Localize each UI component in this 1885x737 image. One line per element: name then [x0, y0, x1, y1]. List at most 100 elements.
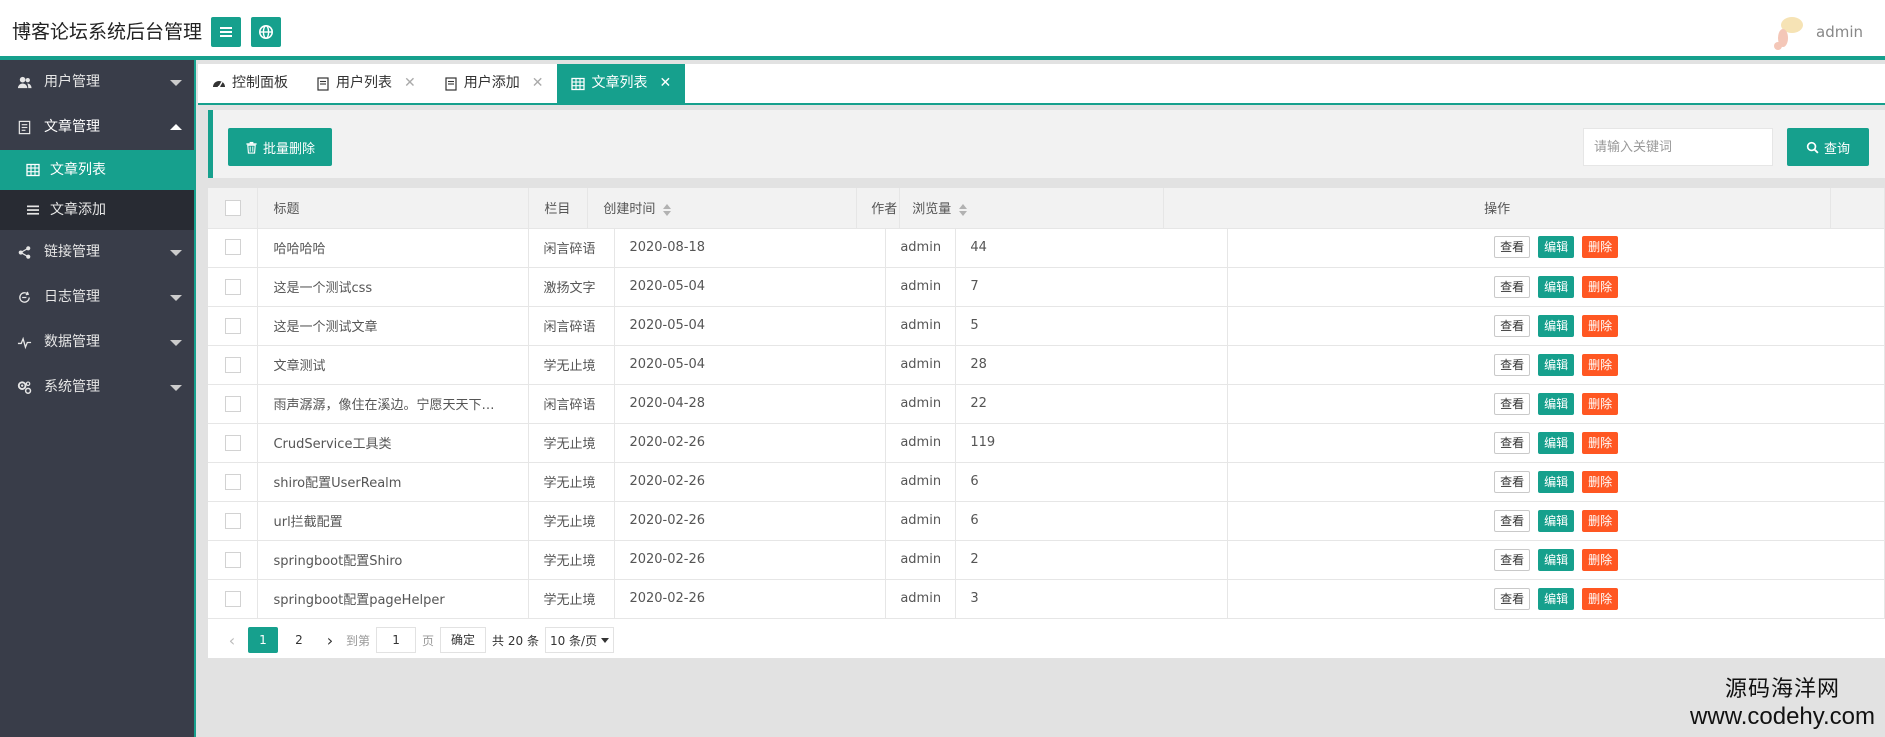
sidebar-item-article-list[interactable]: 文章列表	[0, 150, 194, 190]
sidebar-item-log-management[interactable]: 日志管理	[0, 275, 194, 320]
row-checkbox[interactable]	[225, 278, 241, 295]
edit-button[interactable]: 编辑	[1538, 314, 1575, 337]
delete-button[interactable]: 删除	[1582, 509, 1619, 532]
cell-actions: 查看 编辑 删除	[1227, 462, 1885, 502]
delete-button[interactable]: 删除	[1582, 392, 1619, 415]
view-button[interactable]: 查看	[1494, 275, 1531, 298]
next-page-icon[interactable]: ›	[320, 631, 340, 650]
user-menu[interactable]: admin	[1768, 12, 1863, 52]
row-checkbox[interactable]	[225, 395, 241, 412]
select-all-checkbox[interactable]	[225, 199, 241, 216]
row-checkbox[interactable]	[225, 473, 241, 490]
cell-column: 闲言碎语	[528, 228, 616, 268]
edit-button[interactable]: 编辑	[1538, 353, 1575, 376]
edit-button[interactable]: 编辑	[1538, 236, 1575, 259]
row-select-cell	[208, 306, 259, 346]
column-header-label: 创建时间	[603, 202, 656, 218]
delete-button[interactable]: 删除	[1582, 548, 1619, 571]
view-button[interactable]: 查看	[1494, 431, 1531, 454]
close-icon[interactable]: ✕	[532, 64, 544, 103]
view-button[interactable]: 查看	[1494, 548, 1531, 571]
edit-button[interactable]: 编辑	[1538, 470, 1575, 493]
cell-author: admin	[885, 579, 957, 619]
cell-column: 激扬文字	[528, 267, 616, 307]
sort-icon[interactable]	[959, 203, 968, 216]
sidebar-item-label: 文章管理	[44, 119, 100, 135]
tab-user-add[interactable]: 用户添加 ✕	[430, 64, 558, 103]
row-checkbox[interactable]	[225, 317, 241, 334]
tab-label: 用户列表	[336, 75, 392, 91]
article-table: 标题 栏目 创建时间 作者 浏览量 操作 哈哈哈哈 闲言碎语 2020-08-18 a…	[208, 188, 1885, 658]
sidebar-item-system-management[interactable]: 系统管理	[0, 365, 194, 410]
file-icon	[444, 76, 458, 91]
row-checkbox[interactable]	[225, 551, 241, 568]
tab-user-list[interactable]: 用户列表 ✕	[302, 64, 430, 103]
delete-button[interactable]: 删除	[1582, 587, 1619, 610]
page-button-2[interactable]: 2	[284, 627, 314, 653]
view-button[interactable]: 查看	[1494, 392, 1531, 415]
edit-button[interactable]: 编辑	[1538, 587, 1575, 610]
page-button-1[interactable]: 1	[248, 627, 278, 653]
website-button[interactable]	[251, 17, 281, 47]
tab-dashboard[interactable]: 控制面板	[198, 64, 302, 103]
edit-button[interactable]: 编辑	[1538, 392, 1575, 415]
view-button[interactable]: 查看	[1494, 236, 1531, 259]
goto-page-input[interactable]	[376, 627, 417, 653]
close-icon[interactable]: ✕	[659, 64, 671, 103]
batch-delete-button[interactable]: 批量删除	[228, 128, 333, 166]
cell-column: 学无止境	[528, 501, 616, 541]
view-button[interactable]: 查看	[1494, 509, 1531, 532]
sidebar-item-user-management[interactable]: 用户管理	[0, 60, 194, 105]
search-input[interactable]	[1583, 128, 1773, 166]
goto-confirm-button[interactable]: 确定	[440, 627, 487, 653]
table-row: 哈哈哈哈 闲言碎语 2020-08-18 admin 44 查看 编辑 删除	[208, 228, 1885, 268]
delete-button[interactable]: 删除	[1582, 314, 1619, 337]
cell-column: 学无止境	[528, 345, 616, 385]
sidebar-item-article-management[interactable]: 文章管理	[0, 105, 194, 150]
sidebar-item-data-management[interactable]: 数据管理	[0, 320, 194, 365]
tab-article-list[interactable]: 文章列表 ✕	[557, 64, 686, 103]
table-row: 文章测试 学无止境 2020-05-04 admin 28 查看 编辑 删除	[208, 345, 1885, 385]
cell-views: 2	[955, 540, 1229, 580]
sidebar-item-label: 日志管理	[44, 289, 100, 305]
cell-created: 2020-02-26	[614, 423, 887, 463]
close-icon[interactable]: ✕	[404, 64, 416, 103]
edit-button[interactable]: 编辑	[1538, 275, 1575, 298]
table-icon	[26, 163, 40, 177]
sort-icon[interactable]	[663, 203, 672, 216]
row-checkbox[interactable]	[225, 356, 241, 373]
cell-column: 学无止境	[528, 423, 616, 463]
page-size-select[interactable]: 10 条/页	[544, 627, 615, 653]
delete-button[interactable]: 删除	[1582, 353, 1619, 376]
edit-button[interactable]: 编辑	[1538, 548, 1575, 571]
prev-page-icon[interactable]: ‹	[222, 631, 242, 650]
cell-title: 这是一个测试css	[257, 267, 530, 307]
avatar	[1774, 17, 1803, 50]
table-row: springboot配置pageHelper 学无止境 2020-02-26 admi…	[208, 579, 1885, 619]
delete-button[interactable]: 删除	[1582, 236, 1619, 259]
sidebar-item-link-management[interactable]: 链接管理	[0, 230, 194, 275]
chevron-down-icon	[170, 295, 182, 301]
view-button[interactable]: 查看	[1494, 314, 1531, 337]
delete-button[interactable]: 删除	[1582, 275, 1619, 298]
edit-button[interactable]: 编辑	[1538, 431, 1575, 454]
row-checkbox[interactable]	[225, 512, 241, 529]
column-header-created[interactable]: 创建时间	[587, 188, 858, 229]
delete-button[interactable]: 删除	[1582, 470, 1619, 493]
tab-label: 用户添加	[463, 75, 520, 91]
view-button[interactable]: 查看	[1494, 353, 1531, 376]
sidebar-item-label: 链接管理	[44, 244, 100, 260]
query-button[interactable]: 查询	[1787, 128, 1869, 166]
column-header-views[interactable]: 浏览量	[899, 188, 1165, 229]
edit-button[interactable]: 编辑	[1538, 509, 1575, 532]
sidebar-item-article-add[interactable]: 文章添加	[0, 190, 194, 230]
menu-toggle-button[interactable]	[211, 17, 241, 47]
view-button[interactable]: 查看	[1494, 587, 1531, 610]
row-checkbox[interactable]	[225, 434, 241, 451]
delete-button[interactable]: 删除	[1582, 431, 1619, 454]
row-checkbox[interactable]	[225, 239, 241, 256]
tab-label: 控制面板	[232, 75, 288, 91]
row-checkbox[interactable]	[225, 590, 241, 607]
cell-created: 2020-05-04	[614, 345, 887, 385]
view-button[interactable]: 查看	[1494, 470, 1531, 493]
